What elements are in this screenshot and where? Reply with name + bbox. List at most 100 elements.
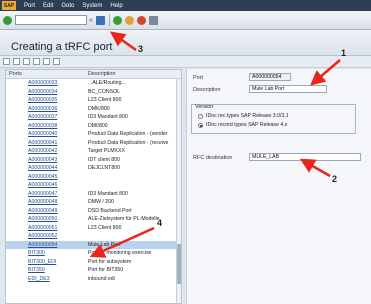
table-row[interactable]: A000000052 — [6, 232, 181, 241]
menu-bar: SAP Port Edit Goto System Help — [0, 0, 371, 11]
description-cell: ...ALE/Routing... — [88, 80, 126, 86]
table-row[interactable]: A000000045 — [6, 173, 181, 182]
exit-icon[interactable] — [124, 15, 134, 25]
table-row[interactable]: BIT300_EDI Port for subsystem — [6, 258, 181, 267]
port-cell[interactable]: A000000046 — [6, 181, 85, 190]
scrollbar-thumb[interactable] — [177, 244, 181, 284]
back-icon[interactable] — [112, 15, 122, 25]
port-cell[interactable]: BIT300 — [6, 249, 85, 258]
callout-2: 2 — [332, 174, 338, 184]
port-cell[interactable]: A000000044 — [6, 164, 85, 173]
title-bar: Creating a tRFC port — [0, 30, 371, 56]
table-row[interactable]: A000000034 BC_CONSOL — [6, 88, 181, 97]
port-cell[interactable]: A000000047 — [6, 190, 85, 199]
menu-goto[interactable]: Goto — [61, 3, 74, 9]
port-cell[interactable]: A000000038 — [6, 122, 85, 131]
table-row[interactable]: A000000048 DMW / 200 — [6, 198, 181, 207]
port-cell[interactable]: A000000040 — [6, 130, 85, 139]
port-cell[interactable]: A000000034 — [6, 88, 85, 97]
details-icon[interactable] — [43, 58, 50, 65]
table-row[interactable]: A000000035 L23 Client 800 — [6, 96, 181, 105]
port-cell[interactable]: A000000035 — [6, 96, 85, 105]
port-cell[interactable]: BIT350 — [6, 266, 85, 275]
port-cell[interactable]: A000000033 — [6, 79, 85, 88]
table-row[interactable]: A000000043 IDT client 800 — [6, 156, 181, 165]
port-cell[interactable]: BIT300_EDI — [6, 258, 85, 267]
header-description: Description — [88, 71, 116, 77]
radio-release-4x[interactable] — [198, 123, 203, 128]
table-row[interactable]: A000000049 DSD Backend Port — [6, 207, 181, 216]
port-details-panel: Port A000000054 Description Mule Lab Por… — [186, 69, 371, 304]
version-caption: Version — [195, 104, 214, 110]
header-ports: Ports — [9, 71, 22, 77]
table-row[interactable]: BIT350 Port for BIT350 — [6, 266, 181, 275]
port-label: Port — [193, 75, 204, 81]
save-icon[interactable] — [95, 15, 105, 25]
port-cell[interactable]: A000000043 — [6, 156, 85, 165]
list-scrollbar[interactable] — [176, 79, 181, 303]
table-row[interactable]: A000000040 Product Data Replication - (se… — [6, 130, 181, 139]
table-row[interactable]: EDI_DE3 inbound edi — [6, 275, 181, 284]
port-cell[interactable]: EDI_DE3 — [6, 275, 85, 284]
copy-icon[interactable] — [23, 58, 30, 65]
description-cell: DMW / 200 — [88, 199, 114, 205]
ports-list-header: Ports Description — [6, 70, 181, 79]
table-row[interactable]: A000000047 ID3 Mandant 800 — [6, 190, 181, 199]
table-row-selected[interactable]: A000000054 Mule Lab Port — [6, 240, 181, 250]
table-row[interactable]: A000000051 L23 Client 800 — [6, 224, 181, 233]
ports-rows: A000000033 ...ALE/Routing... A000000034 BC_… — [6, 79, 181, 283]
table-row[interactable]: A000000042 Target PLMXXX — [6, 147, 181, 156]
radio-release-4x-label: IDoc record types SAP Release 4.x — [206, 122, 288, 128]
port-cell[interactable]: A000000052 — [6, 232, 85, 241]
description-cell: Port for BIT350 — [88, 267, 124, 273]
table-row[interactable]: A000000037 ID3 Mandant 800 — [6, 113, 181, 122]
command-field[interactable] — [15, 15, 87, 25]
menu-port[interactable]: Port — [24, 3, 35, 9]
description-cell: ALE-Zielsystem für PL-Modelle — [88, 216, 160, 222]
port-cell[interactable]: A000000054 — [6, 241, 85, 250]
callout-4: 4 — [157, 218, 163, 228]
table-row[interactable]: A000000044 DEJCLNT800 — [6, 164, 181, 173]
description-cell — [85, 232, 88, 241]
description-cell — [85, 173, 88, 182]
port-cell[interactable]: A000000037 — [6, 113, 85, 122]
port-cell[interactable]: A000000050 — [6, 215, 85, 224]
table-row[interactable]: A000000041 Product Data Replication - (re… — [6, 139, 181, 148]
version-group: Version IDoc rec.types SAP Release 3.0/3… — [191, 104, 356, 134]
check-icon[interactable] — [3, 15, 12, 25]
system-toolbar: « — [0, 11, 371, 30]
table-row[interactable]: BIT300 Port for monitoring exercise — [6, 249, 181, 258]
menu-system[interactable]: System — [82, 3, 102, 9]
rfc-destination-field[interactable]: MULE_LAB — [249, 153, 361, 161]
port-cell[interactable]: A000000045 — [6, 173, 85, 182]
table-row[interactable]: A000000033 ...ALE/Routing... — [6, 79, 181, 88]
description-cell: BC_CONSOL — [88, 88, 120, 95]
callout-1: 1 — [341, 48, 347, 58]
port-cell[interactable]: A000000049 — [6, 207, 85, 216]
collapse-icon[interactable]: « — [89, 17, 93, 24]
other-icon[interactable] — [53, 58, 60, 65]
menu-edit[interactable]: Edit — [43, 3, 53, 9]
cancel-icon[interactable] — [136, 15, 146, 25]
port-cell[interactable]: A000000041 — [6, 139, 85, 148]
port-cell[interactable]: A000000051 — [6, 224, 85, 233]
menu-help[interactable]: Help — [110, 3, 122, 9]
table-row[interactable]: A000000038 DMI/800 — [6, 122, 181, 131]
create-icon[interactable] — [13, 58, 20, 65]
description-cell: DSD Backend Port — [88, 207, 132, 214]
description-label: Description — [193, 87, 221, 93]
table-row[interactable]: A000000050 ALE-Zielsystem für PL-Modelle — [6, 215, 181, 224]
delete-icon[interactable] — [33, 58, 40, 65]
description-cell: DEJCLNT800 — [88, 165, 121, 171]
print-icon[interactable] — [148, 15, 158, 25]
port-cell[interactable]: A000000036 — [6, 105, 85, 114]
description-field[interactable]: Mule Lab Port — [249, 85, 327, 93]
display-change-icon[interactable] — [3, 58, 10, 65]
port-cell[interactable]: A000000042 — [6, 147, 85, 156]
table-row[interactable]: A000000046 — [6, 181, 181, 190]
port-cell[interactable]: A000000048 — [6, 198, 85, 207]
radio-release-3x[interactable] — [198, 114, 203, 119]
description-cell — [85, 181, 88, 190]
table-row[interactable]: A000000036 DMK/800 — [6, 105, 181, 114]
sap-logo: SAP — [2, 1, 16, 10]
